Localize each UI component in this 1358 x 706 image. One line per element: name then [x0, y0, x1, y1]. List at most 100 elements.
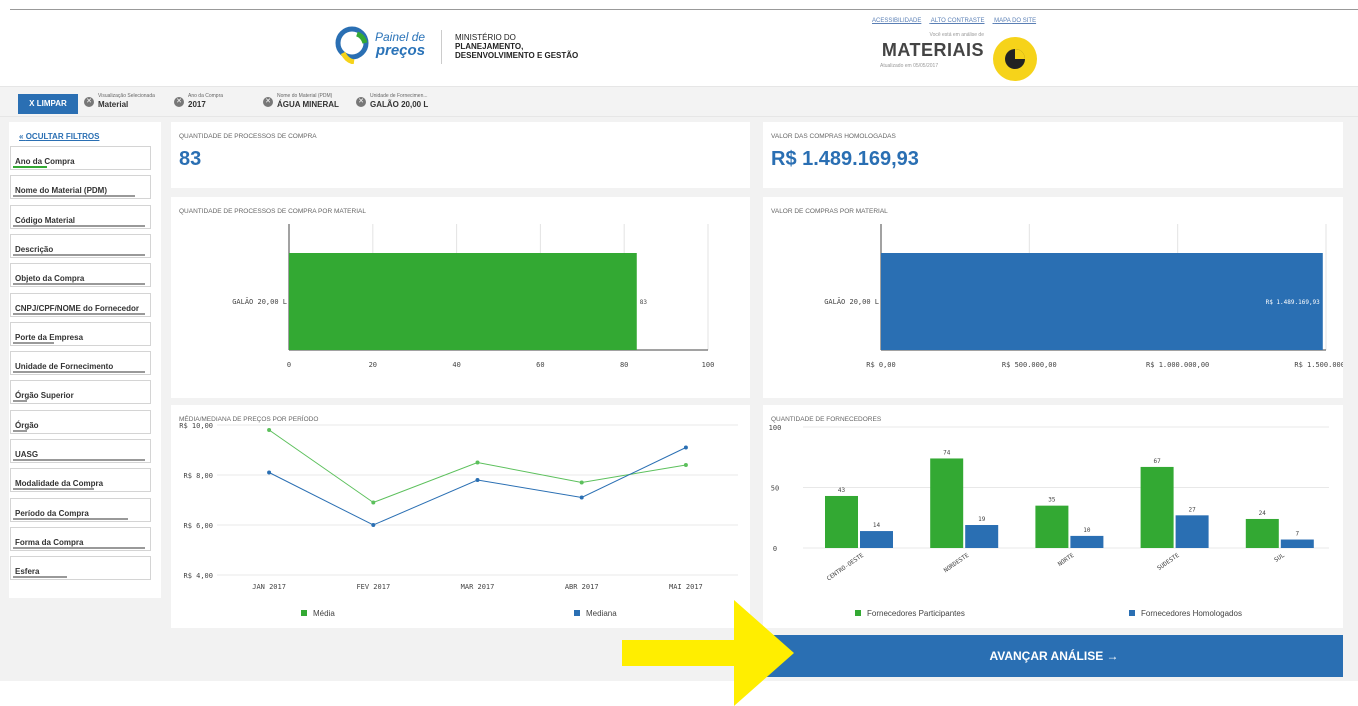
data-label: 19: [978, 516, 986, 523]
filter-item[interactable]: Código Material: [10, 204, 151, 229]
data-point: [371, 500, 376, 505]
filter-item[interactable]: Porte da Empresa: [10, 321, 151, 346]
processes-bar-chart: 0 20 40 60 80 100 GALÃO 20,00 L 83: [232, 224, 714, 369]
kpi-processes-title: QUANTIDADE DE PROCESSOS DE COMPRA: [179, 133, 317, 140]
data-label: 43: [838, 487, 846, 494]
advance-analysis-button[interactable]: AVANÇAR ANÁLISE →: [765, 635, 1343, 677]
bar: [1245, 518, 1279, 548]
filter-progress: [13, 576, 67, 579]
filter-progress: [13, 224, 145, 227]
filter-item[interactable]: Período da Compra: [10, 497, 151, 522]
remove-chip-icon[interactable]: ✕: [263, 97, 273, 107]
filter-progress: [13, 459, 145, 461]
legend-homologated[interactable]: Fornecedores Homologados: [1129, 609, 1242, 618]
filter-item[interactable]: Descrição: [10, 233, 151, 258]
filter-item-label: Objeto da Compra: [15, 274, 85, 284]
filter-item[interactable]: Objeto da Compra: [10, 263, 151, 288]
filter-item[interactable]: Nome do Material (PDM): [10, 175, 151, 200]
data-point: [371, 523, 376, 527]
x-tick-label: FEV 2017: [356, 583, 390, 591]
x-tick-label: MAR 2017: [461, 583, 495, 591]
y-tick-label: R$ 10,00: [179, 422, 213, 430]
filter-item-label: Unidade de Fornecimento: [15, 362, 114, 372]
bar: [930, 458, 964, 548]
filter-progress: [13, 312, 145, 315]
filter-item[interactable]: Ano da Compra: [10, 146, 151, 170]
filter-progress: [13, 517, 128, 520]
x-tick-label: NORTE: [1057, 552, 1076, 568]
filter-item-label: Modalidade da Compra: [15, 479, 104, 489]
filter-item[interactable]: Forma da Compra: [10, 526, 151, 551]
filter-item[interactable]: CNPJ/CPF/NOME do Fornecedor: [10, 292, 151, 317]
filter-item-label: UASG: [15, 450, 39, 459]
data-point: [579, 480, 584, 485]
filter-chip-material[interactable]: ✕ Nome do Material (PDM) ÁGUA MINERAL: [263, 93, 351, 115]
legend-label: Fornecedores Homologados: [1141, 609, 1242, 618]
pie-chart-icon[interactable]: [993, 37, 1037, 81]
x-tick-label: NORDESTE: [943, 552, 971, 575]
y-tick-label: 0: [773, 545, 777, 553]
filter-chip-unit[interactable]: ✕ Unidade de Fornecimen... GALÃO 20,00 L: [356, 93, 456, 115]
filter-chip-year[interactable]: ✕ Ano da Compra 2017: [174, 93, 254, 115]
filter-item[interactable]: Modalidade da Compra: [10, 468, 151, 493]
filter-progress: [13, 400, 27, 403]
legend-label: Mediana: [586, 609, 617, 618]
ministry-line-2: PLANEJAMENTO,: [455, 42, 524, 51]
chip-value: Material: [98, 100, 129, 109]
remove-chip-icon[interactable]: ✕: [356, 97, 366, 107]
data-label: 14: [873, 522, 881, 529]
filter-item[interactable]: Órgão Superior: [10, 380, 151, 405]
bar: [965, 525, 999, 548]
x-tick-label: JAN 2017: [252, 583, 286, 591]
filter-item-label: Porte da Empresa: [15, 332, 84, 342]
filter-progress: [13, 371, 145, 374]
chip-value: 2017: [188, 100, 206, 109]
legend-participants[interactable]: Fornecedores Participantes: [855, 609, 965, 618]
chip-label: Visualização Selecionada: [98, 93, 155, 99]
data-point: [579, 495, 584, 500]
analysis-label: Você está em análise de: [929, 32, 984, 38]
x-tick-label: 0: [287, 361, 291, 369]
data-point: [267, 428, 272, 432]
data-label: 27: [1188, 506, 1196, 513]
filter-progress: [13, 195, 135, 198]
link-accessibility[interactable]: ACESSIBILIDADE: [872, 18, 921, 24]
remove-chip-icon[interactable]: ✕: [84, 97, 94, 107]
logo-text[interactable]: Painel de preços: [375, 31, 425, 59]
legend-media[interactable]: Média: [301, 609, 335, 618]
x-tick-label: R$ 500.000,00: [1002, 361, 1057, 369]
link-high-contrast[interactable]: ALTO CONTRASTE: [931, 18, 985, 24]
price-line-chart: R$ 4,00 R$ 6,00 R$ 8,00 R$ 10,00 JAN 2017 FEV…: [179, 422, 738, 591]
filter-item[interactable]: Esfera: [10, 556, 151, 581]
filter-item[interactable]: Unidade de Fornecimento: [10, 351, 151, 376]
y-tick-label: 50: [771, 485, 779, 493]
legend-swatch: [574, 610, 580, 616]
filter-sidebar: « OCULTAR FILTROS Ano da Compra Nome do M…: [9, 122, 161, 598]
legend-label: Fornecedores Participantes: [867, 609, 965, 618]
value-by-material-card: VALOR DE COMPRAS POR MATERIAL R$ 0,00 R$ …: [763, 197, 1343, 398]
hide-filters-link[interactable]: « OCULTAR FILTROS: [19, 132, 99, 141]
filter-item[interactable]: Órgão: [10, 409, 151, 434]
chip-value: ÁGUA MINERAL: [277, 100, 339, 109]
kpi-processes-card: QUANTIDADE DE PROCESSOS DE COMPRA 83: [171, 122, 750, 188]
data-label: 74: [943, 449, 951, 456]
bar: [860, 531, 893, 548]
data-label: R$ 1.489.169,93: [1266, 299, 1321, 306]
clear-filters-button[interactable]: X LIMPAR: [18, 94, 78, 114]
x-tick-label: ABR 2017: [565, 583, 599, 591]
legend-mediana[interactable]: Mediana: [574, 609, 617, 618]
filter-item[interactable]: UASG: [10, 439, 151, 463]
link-site-map[interactable]: MAPA DO SITE: [994, 18, 1036, 24]
yellow-arrow-icon: [622, 600, 794, 706]
filter-item-label: Forma da Compra: [15, 537, 84, 547]
category-label: GALÃO 20,00 L: [232, 297, 287, 306]
kpi-value-title: VALOR DAS COMPRAS HOMOLOGADAS: [771, 133, 896, 140]
bar: [289, 253, 637, 350]
suppliers-card: QUANTIDADE DE FORNECEDORES 0 50 100 43 14 CEN…: [763, 405, 1343, 628]
ministry-name: MINISTÉRIO DO PLANEJAMENTO, DESENVOLVIME…: [455, 33, 578, 60]
remove-chip-icon[interactable]: ✕: [174, 97, 184, 107]
series-line: [268, 447, 687, 526]
double-chevron-left-icon: «: [19, 132, 24, 141]
filter-chip-visualization[interactable]: ✕ Visualização Selecionada Material: [84, 93, 170, 115]
price-period-card: MÉDIA/MEDIANA DE PREÇOS POR PERÍODO R$ 4…: [171, 405, 750, 628]
